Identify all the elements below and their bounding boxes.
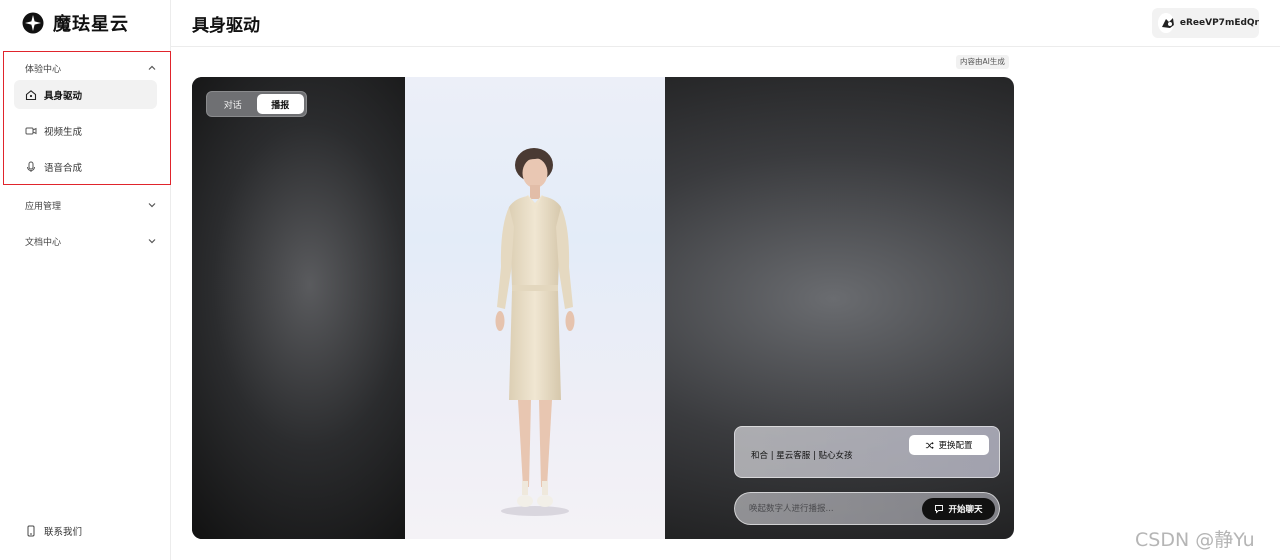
avatar	[1158, 13, 1174, 33]
change-config-button[interactable]: 更换配置	[909, 435, 989, 455]
section-doc-center[interactable]: 文档中心	[25, 233, 157, 249]
user-menu[interactable]: eReeVP7mEdQr	[1152, 8, 1259, 38]
contact-us-link[interactable]: 联系我们	[25, 524, 82, 538]
chevron-down-icon	[148, 203, 156, 208]
brand-name: 魔珐星云	[53, 14, 129, 35]
username: eReeVP7mEdQr	[1179, 18, 1259, 28]
mode-toggle: 对话 播报	[206, 91, 307, 117]
section-label: 体验中心	[25, 64, 62, 75]
nav-item-embodied-drive[interactable]: 具身驱动	[14, 80, 157, 109]
contact-label: 联系我们	[44, 527, 83, 538]
microphone-icon	[27, 161, 35, 172]
nav-item-video-generation[interactable]: 视频生成	[14, 116, 157, 145]
watermark: CSDN @静Yu	[1135, 529, 1255, 551]
home-icon	[25, 89, 37, 100]
start-chat-label: 开始聊天	[948, 505, 983, 515]
shuffle-icon	[926, 441, 935, 449]
ai-generated-tag: 内容由AI生成	[956, 55, 1009, 69]
digital-human-figure	[495, 148, 575, 516]
video-icon	[25, 127, 37, 134]
nav-item-label: 具身驱动	[44, 90, 83, 102]
sidebar: 魔珐星云 体验中心 具身驱动 视频生成 语音合成 应用管理 文档中心 联系我们	[0, 0, 171, 560]
top-header: 具身驱动 eReeVP7mEdQr	[171, 0, 1280, 47]
stage-left-backdrop	[192, 77, 406, 539]
tab-dialogue[interactable]: 对话	[209, 94, 257, 114]
config-card: 和合 | 星云客服 | 贴心女孩 更换配置	[734, 426, 1000, 478]
avatar-stage: 对话 播报 和合 | 星云客服 | 贴心女孩 更换配置 开始聊天	[192, 77, 1014, 539]
digital-human-view	[405, 77, 665, 539]
section-label: 文档中心	[25, 237, 62, 248]
chevron-up-icon	[148, 65, 156, 70]
change-config-label: 更换配置	[938, 441, 973, 451]
page-title: 具身驱动	[192, 16, 260, 36]
chevron-down-icon	[148, 239, 156, 244]
logo-icon	[22, 12, 44, 34]
nav-item-label: 视频生成	[44, 126, 83, 138]
section-experience-center[interactable]: 体验中心	[25, 60, 157, 76]
section-label: 应用管理	[25, 201, 62, 212]
tab-broadcast[interactable]: 播报	[256, 94, 304, 114]
section-app-management[interactable]: 应用管理	[25, 197, 157, 213]
start-chat-button[interactable]: 开始聊天	[922, 498, 995, 520]
nav-item-speech-synthesis[interactable]: 语音合成	[14, 152, 157, 181]
chat-bubble-icon	[935, 505, 944, 514]
broadcast-input-bar: 开始聊天	[734, 492, 1000, 525]
broadcast-input[interactable]	[749, 501, 909, 517]
brand-logo[interactable]: 魔珐星云	[22, 11, 129, 35]
phone-icon	[27, 525, 35, 537]
config-description: 和合 | 星云客服 | 贴心女孩	[751, 451, 853, 461]
avatar-icon	[1158, 13, 1174, 33]
nav-item-label: 语音合成	[44, 162, 83, 174]
